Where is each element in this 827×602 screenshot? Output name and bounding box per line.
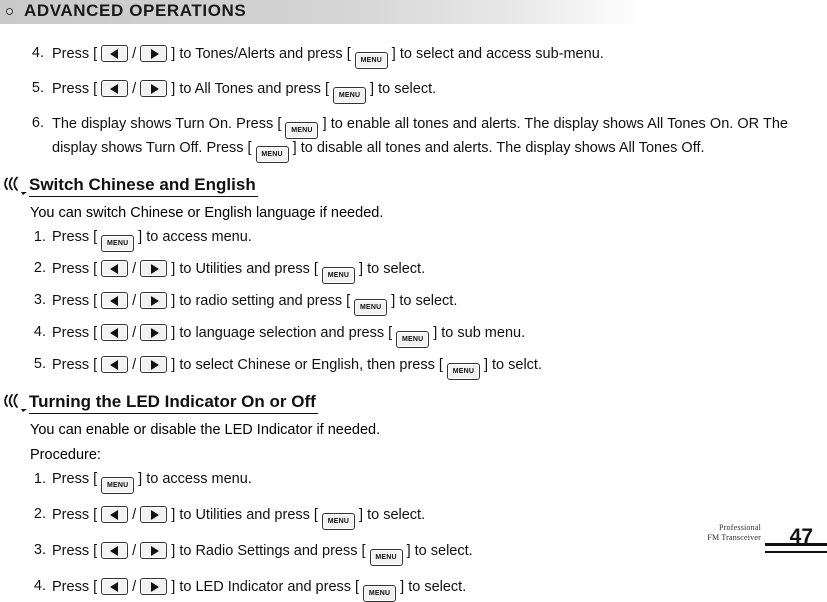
step-number: 3. <box>33 292 46 308</box>
page-header: ADVANCED OPERATIONS <box>0 0 827 24</box>
section-lead: You can enable or disable the LED Indica… <box>30 422 381 438</box>
menu-key-icon: MENU <box>101 477 135 494</box>
sound-wave-icon <box>4 392 30 414</box>
step-text: Press [ / ] to language selection and pr… <box>52 324 827 348</box>
section-lead: You can switch Chinese or English langua… <box>30 205 384 221</box>
list-item: 5. Press [ / ] to select Chinese or Engl… <box>30 356 827 380</box>
step-text: Press [ / ] to Tones/Alerts and press [ … <box>52 45 827 69</box>
right-arrow-key-icon <box>140 260 168 277</box>
step-number: 6. <box>31 115 44 131</box>
step-text: Press [ MENU ] to access menu. <box>52 229 827 252</box>
list-item: 4. Press [ / ] to language selection and… <box>30 324 827 348</box>
section-turning-the-led-indicator-on-or-off: Turning the LED Indicator On or Off You … <box>0 392 827 602</box>
list-item: 5. Press [ / ] to All Tones and press [ … <box>22 80 827 104</box>
step-text: Press [ / ] to All Tones and press [ MEN… <box>52 80 827 104</box>
section-title: Switch Chinese and English <box>29 175 258 197</box>
menu-key-icon: MENU <box>396 331 430 348</box>
left-arrow-key-icon <box>101 260 129 277</box>
menu-key-icon: MENU <box>101 235 135 252</box>
left-arrow-key-icon <box>101 292 129 309</box>
step-number: 2. <box>33 506 46 522</box>
step-number: 1. <box>33 471 46 487</box>
left-arrow-key-icon <box>101 45 129 62</box>
left-arrow-key-icon <box>101 542 129 559</box>
step-text: The display shows Turn On. Press [ MENU … <box>52 115 827 163</box>
menu-key-icon: MENU <box>354 52 388 69</box>
footer-rule-thin <box>765 551 827 553</box>
sound-wave-icon <box>4 175 30 197</box>
section-procedure-label: Procedure: <box>30 447 101 463</box>
step-text: Press [ / ] to radio setting and press [… <box>52 292 827 316</box>
footer-brand: Professional FM Transceiver <box>707 523 761 542</box>
right-arrow-key-icon <box>140 542 168 559</box>
step-text: Press [ MENU ] to access menu. <box>52 471 827 494</box>
menu-key-icon: MENU <box>333 87 367 104</box>
step-number: 3. <box>33 542 46 558</box>
footer-rule-thick <box>765 543 827 546</box>
left-arrow-key-icon <box>101 578 129 595</box>
page-title: ADVANCED OPERATIONS <box>24 1 247 20</box>
page-footer: Professional FM Transceiver 47 <box>597 513 827 555</box>
list-item: 6. The display shows Turn On. Press [ ME… <box>22 115 827 163</box>
footer-brand-line2: FM Transceiver <box>707 532 761 542</box>
right-arrow-key-icon <box>140 324 168 341</box>
step-number: 5. <box>31 80 44 96</box>
menu-key-icon: MENU <box>369 549 403 566</box>
menu-key-icon: MENU <box>363 585 397 602</box>
left-arrow-key-icon <box>101 324 129 341</box>
right-arrow-key-icon <box>140 292 168 309</box>
list-item: 4. Press [ / ] to LED Indicator and pres… <box>30 578 827 602</box>
right-arrow-key-icon <box>140 356 168 373</box>
right-arrow-key-icon <box>140 506 168 523</box>
list-item: 2. Press [ / ] to Utilities and press [ … <box>30 260 827 284</box>
left-arrow-key-icon <box>101 356 129 373</box>
footer-brand-line1: Professional <box>719 523 761 532</box>
menu-key-icon: MENU <box>446 363 480 380</box>
section-header: Switch Chinese and English <box>0 175 827 197</box>
list-item: 1. Press [ MENU ] to access menu. <box>30 229 827 252</box>
right-arrow-key-icon <box>140 45 168 62</box>
step-text: Press [ / ] to LED Indicator and press [… <box>52 578 827 602</box>
circle-icon <box>6 8 13 15</box>
right-arrow-key-icon <box>140 80 168 97</box>
step-text: Press [ / ] to Utilities and press [ MEN… <box>52 260 827 284</box>
left-arrow-key-icon <box>101 80 129 97</box>
section-switch-chinese-and-english: Switch Chinese and English You can switc… <box>0 175 827 380</box>
step-number: 1. <box>33 229 46 245</box>
step-number: 2. <box>33 260 46 276</box>
menu-key-icon: MENU <box>321 513 355 530</box>
step-number: 5. <box>33 356 46 372</box>
list-item: 1. Press [ MENU ] to access menu. <box>30 471 827 494</box>
section-title: Turning the LED Indicator On or Off <box>29 392 318 414</box>
right-arrow-key-icon <box>140 578 168 595</box>
step-text: Press [ / ] to select Chinese or English… <box>52 356 827 380</box>
list-item: 4. Press [ / ] to Tones/Alerts and press… <box>22 45 827 69</box>
top-step-list: 4. Press [ / ] to Tones/Alerts and press… <box>0 45 827 163</box>
left-arrow-key-icon <box>101 506 129 523</box>
section-body: You can enable or disable the LED Indica… <box>0 414 827 602</box>
step-number: 4. <box>31 45 44 61</box>
section-body: You can switch Chinese or English langua… <box>0 197 827 380</box>
menu-key-icon: MENU <box>354 299 388 316</box>
step-number: 4. <box>33 578 46 594</box>
section-header: Turning the LED Indicator On or Off <box>0 392 827 414</box>
list-item: 3. Press [ / ] to radio setting and pres… <box>30 292 827 316</box>
menu-key-icon: MENU <box>285 122 319 139</box>
menu-key-icon: MENU <box>321 267 355 284</box>
menu-key-icon: MENU <box>255 146 289 163</box>
step-number: 4. <box>33 324 46 340</box>
